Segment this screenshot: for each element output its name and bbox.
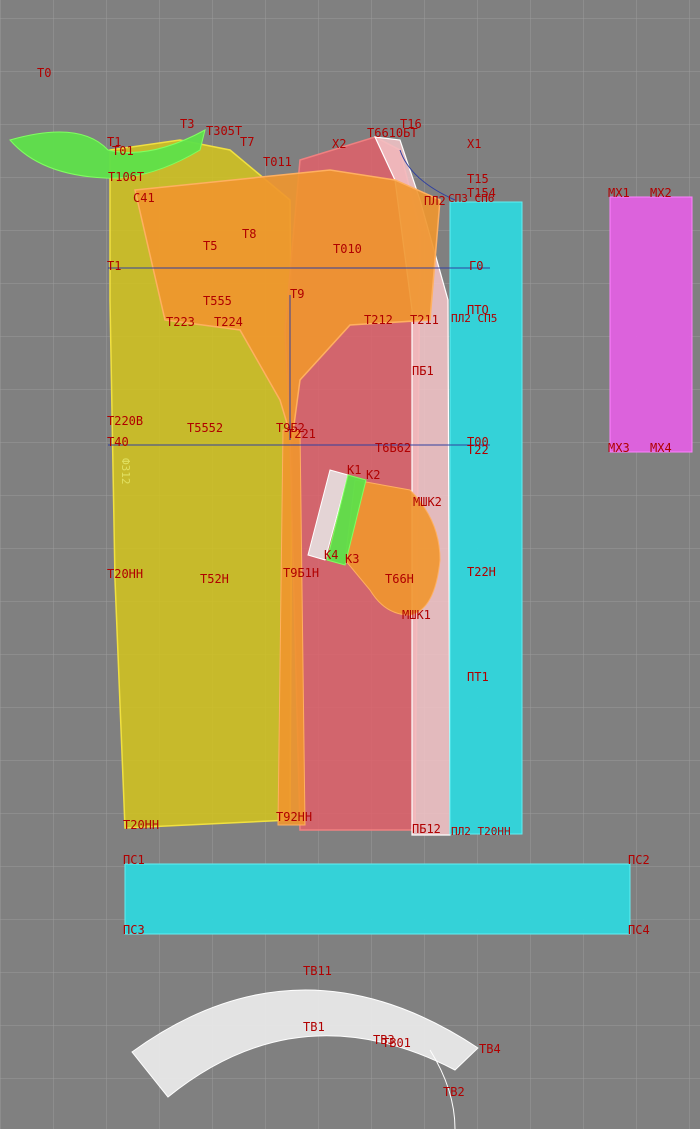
label-t92n: T92НН — [276, 810, 312, 824]
label-ps1: ПС1 — [123, 853, 145, 867]
label-t5h: T52H — [200, 572, 229, 586]
label-mx4: MX4 — [650, 441, 672, 455]
label-ps3: ПС3 — [123, 923, 145, 937]
label-pl2n: ПЛ2 T20НН — [451, 825, 511, 838]
label-t22h: T22H — [467, 565, 496, 579]
label-t662: T6Б62 — [375, 441, 411, 455]
label-tb01: TB01 — [382, 1036, 411, 1050]
label-t010: T010 — [333, 242, 362, 256]
band-piece[interactable] — [124, 863, 631, 935]
label-t22: T22 — [467, 443, 489, 457]
label-t552: T5552 — [187, 421, 223, 435]
label-t555: T555 — [203, 294, 232, 308]
label-t223: T223 — [166, 315, 195, 329]
label-t221: T221 — [287, 427, 316, 441]
label-x1: X1 — [467, 137, 481, 151]
placket-piece[interactable] — [449, 201, 523, 835]
label-tb11: TB11 — [303, 964, 332, 978]
label-tb1: TB1 — [303, 1020, 325, 1034]
label-t1b: T1 — [107, 259, 121, 273]
label-t6h: T66H — [385, 572, 414, 586]
label-sp3: СП3 СП6 — [448, 192, 494, 205]
label-t8: T8 — [242, 227, 256, 241]
label-k4: K4 — [324, 548, 338, 562]
label-pb12: ПБ12 — [412, 822, 441, 836]
label-t220b: T220B — [107, 414, 143, 428]
label-k3: K3 — [345, 552, 359, 566]
label-t5: T5 — [203, 239, 217, 253]
label-t9h: T9Б1H — [283, 566, 319, 580]
label-t20n: T20HH — [107, 567, 143, 581]
label-tb2: TB2 — [443, 1085, 465, 1099]
label-t9: T9 — [290, 287, 304, 301]
label-t3: T3 — [180, 117, 194, 131]
label-ps4: ПС4 — [628, 923, 650, 937]
label-t224: T224 — [214, 315, 243, 329]
label-pl2: ПЛ2 — [424, 194, 446, 208]
label-ps2: ПС2 — [628, 853, 650, 867]
label-t7: T7 — [240, 135, 254, 149]
label-k2: K2 — [366, 468, 380, 482]
label-t305t: T305T — [206, 124, 242, 138]
label-mx1: MX1 — [608, 186, 630, 200]
label-tb4: TB4 — [479, 1042, 501, 1056]
label-g0: Г0 — [469, 259, 483, 273]
label-t212: T212 — [364, 313, 393, 327]
label-c41: C41 — [133, 191, 155, 205]
label-t20nn: T20HH — [123, 818, 159, 832]
pattern-cad-canvas[interactable]: T0 T1 T01 T106T T3 T305T T7 T011 X2 T661… — [0, 0, 700, 1129]
center-strip-piece[interactable] — [277, 429, 306, 826]
label-t106t: T106T — [108, 170, 144, 184]
label-pl2b: ПЛ2 СП5 — [451, 312, 497, 325]
label-t15: T15 — [467, 172, 489, 186]
label-x2: X2 — [332, 137, 346, 151]
label-side: Ф312 — [119, 458, 132, 485]
label-t01: T01 — [112, 144, 134, 158]
label-t211: T211 — [410, 313, 439, 327]
label-mshk2: МШК2 — [413, 495, 442, 509]
label-t16: T16 — [400, 117, 422, 131]
label-mx2: MX2 — [650, 186, 672, 200]
label-pt1: ПТ1 — [467, 670, 489, 684]
label-mx3: MX3 — [608, 441, 630, 455]
label-t0: T0 — [37, 66, 51, 80]
label-k1: K1 — [347, 463, 361, 477]
label-t011: T011 — [263, 155, 292, 169]
magenta-piece[interactable] — [609, 196, 693, 453]
label-mshk1: МШК1 — [402, 608, 431, 622]
label-t40: T40 — [107, 435, 129, 449]
label-pb1: ПБ1 — [412, 364, 434, 378]
